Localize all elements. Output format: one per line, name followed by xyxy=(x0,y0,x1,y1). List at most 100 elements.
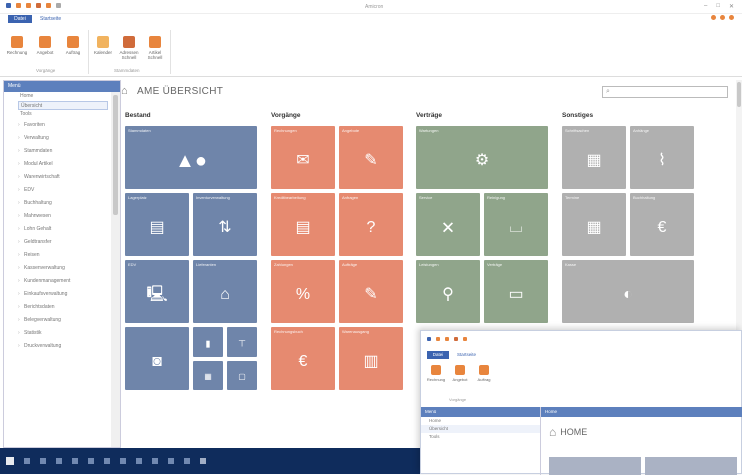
sidebar-item[interactable]: › Warenwirtschaft xyxy=(4,171,112,184)
tile-kreditbearbeitung[interactable]: Kreditbearbeitung ▤ xyxy=(271,193,335,256)
search-input[interactable]: ⌕ xyxy=(602,86,728,98)
quote-button[interactable]: Angebot xyxy=(449,365,471,382)
redo-icon[interactable] xyxy=(454,337,458,341)
invoice-button[interactable]: Rechnung xyxy=(425,365,447,382)
save-icon[interactable] xyxy=(16,3,21,8)
sidebar-item[interactable]: › EDV xyxy=(4,184,112,197)
app-icon[interactable] xyxy=(184,458,190,464)
tile-service[interactable]: Service ✕ xyxy=(416,193,480,256)
app-icon[interactable] xyxy=(136,458,142,464)
tile-edv[interactable]: EDV 🖳 xyxy=(125,260,189,323)
print-icon[interactable] xyxy=(46,3,51,8)
tile-warenausgang[interactable]: Warenausgang ▥ xyxy=(339,327,403,390)
tile-lagerplatz[interactable]: Lagerplatz ▤ xyxy=(125,193,189,256)
sidebar-item[interactable]: › Kundenmanagement xyxy=(4,275,112,288)
tile-reinigung[interactable]: Reinigung ⌴ xyxy=(484,193,548,256)
app-icon[interactable] xyxy=(104,458,110,464)
nav-item-uebersicht[interactable]: Übersicht xyxy=(421,425,540,433)
tile-lieferanten[interactable]: Lieferanten ⌂ xyxy=(193,260,257,323)
tile-anhaenge[interactable]: Anhänge ⌇ xyxy=(630,126,694,189)
order-button[interactable]: Auftrag xyxy=(473,365,495,382)
app-icon[interactable] xyxy=(88,458,94,464)
sidebar-item[interactable]: › Geldtransfer xyxy=(4,236,112,249)
sidebar-item[interactable]: › Favoriten xyxy=(4,119,112,132)
undo-icon[interactable] xyxy=(26,3,31,8)
sidebar-item[interactable]: › Verwaltung xyxy=(4,132,112,145)
calendar-button[interactable]: Kalender xyxy=(90,36,116,55)
tile-small-4[interactable]: ▢ xyxy=(227,361,257,390)
start-button[interactable] xyxy=(6,457,14,465)
invoice-button[interactable]: Rechnung xyxy=(4,36,30,55)
sidebar-item[interactable]: › Modul Artikel xyxy=(4,158,112,171)
sidebar-item[interactable]: › Reisen xyxy=(4,249,112,262)
print-icon[interactable] xyxy=(463,337,467,341)
tab-startseite[interactable]: Startseite xyxy=(40,16,61,22)
app-icon[interactable] xyxy=(120,458,126,464)
nav-item-tools[interactable]: Tools xyxy=(421,433,540,441)
app-icon[interactable] xyxy=(72,458,78,464)
save-icon[interactable] xyxy=(436,337,440,341)
maximize-icon[interactable]: □ xyxy=(716,3,720,10)
tab-startseite[interactable]: Startseite xyxy=(457,352,476,357)
sidebar-item[interactable]: Tools xyxy=(4,110,112,119)
sidebar-item[interactable]: Übersicht xyxy=(18,101,108,110)
tile-small-2[interactable]: ⊤ xyxy=(227,327,257,357)
tile-preview[interactable] xyxy=(645,457,737,475)
sidebar-item[interactable]: › Lohn Gehalt xyxy=(4,223,112,236)
tile-angebote[interactable]: Angebote ✎ xyxy=(339,126,403,189)
tile-small-3[interactable]: ▦ xyxy=(193,361,223,390)
scrollbar-thumb[interactable] xyxy=(737,82,741,107)
quote-button[interactable]: Angebot xyxy=(32,36,58,55)
close-icon[interactable]: ✕ xyxy=(729,3,734,10)
app-icon[interactable] xyxy=(168,458,174,464)
active-app-icon[interactable] xyxy=(200,458,206,464)
article-button[interactable]: Artikel Schnell xyxy=(142,36,168,60)
settings-icon[interactable] xyxy=(729,15,734,20)
tile-zahlungen[interactable]: Zahlungen% xyxy=(271,260,335,323)
sidebar-item[interactable]: › Statistik xyxy=(4,327,112,340)
tile-preview[interactable] xyxy=(549,457,641,475)
sidebar-item[interactable]: › Buchhaltung xyxy=(4,197,112,210)
sidebar-item[interactable]: › Mahnwesen xyxy=(4,210,112,223)
tile-wartungen[interactable]: Wartungen ⚙ xyxy=(416,126,548,189)
tile-rechnungen[interactable]: Rechnungen ✉ xyxy=(271,126,335,189)
tile-leistungen[interactable]: Leistungen ⚲ xyxy=(416,260,480,323)
tile-stammdaten[interactable]: Stammdaten ▲● xyxy=(125,126,257,189)
tile-termine[interactable]: Termine ▦ xyxy=(562,193,626,256)
app-icon[interactable] xyxy=(152,458,158,464)
undo-icon[interactable] xyxy=(445,337,449,341)
minimize-icon[interactable]: – xyxy=(704,3,707,10)
nav-item-home[interactable]: Home xyxy=(421,417,540,425)
sidebar-item[interactable]: Home xyxy=(4,92,112,101)
file-tab[interactable]: Datei xyxy=(8,15,32,23)
redo-icon[interactable] xyxy=(36,3,41,8)
task-view-icon[interactable] xyxy=(40,458,46,464)
tile-camera[interactable]: ◙ xyxy=(125,327,189,390)
info-icon[interactable] xyxy=(720,15,725,20)
navigation-scrollbar[interactable] xyxy=(111,92,120,447)
tile-small-1[interactable]: ▮ xyxy=(193,327,223,357)
customize-icon[interactable] xyxy=(56,3,61,8)
sidebar-item[interactable]: › Belegverwaltung xyxy=(4,314,112,327)
sidebar-item[interactable]: › Einkaufsverwaltung xyxy=(4,288,112,301)
scrollbar-thumb[interactable] xyxy=(113,95,118,215)
app-icon[interactable] xyxy=(427,337,431,341)
help-icon[interactable] xyxy=(711,15,716,20)
tile-inventurverwaltung[interactable]: Inventurverwaltung ⇅ xyxy=(193,193,257,256)
tile-kasse[interactable]: Kasse ◐ xyxy=(562,260,694,323)
tile-vertraege[interactable]: Verträge ▭ xyxy=(484,260,548,323)
tile-auftraege[interactable]: Aufträge ✎ xyxy=(339,260,403,323)
sidebar-item[interactable]: › Kassenverwaltung xyxy=(4,262,112,275)
tile-anfragen[interactable]: Anfragen? xyxy=(339,193,403,256)
search-icon[interactable] xyxy=(24,458,30,464)
sidebar-item[interactable]: › Berichtsdaten xyxy=(4,301,112,314)
tile-buchhaltung[interactable]: Buchhaltung € xyxy=(630,193,694,256)
order-button[interactable]: Auftrag xyxy=(60,36,86,55)
sidebar-item[interactable]: › Druckverwaltung xyxy=(4,340,112,353)
file-tab[interactable]: Datei xyxy=(427,351,449,359)
tile-rechnungsbuch[interactable]: Rechnungsbuch € xyxy=(271,327,335,390)
sidebar-item[interactable]: › Stammdaten xyxy=(4,145,112,158)
explorer-icon[interactable] xyxy=(56,458,62,464)
app-icon[interactable] xyxy=(6,3,11,8)
address-button[interactable]: Adressen Schnell xyxy=(116,36,142,60)
